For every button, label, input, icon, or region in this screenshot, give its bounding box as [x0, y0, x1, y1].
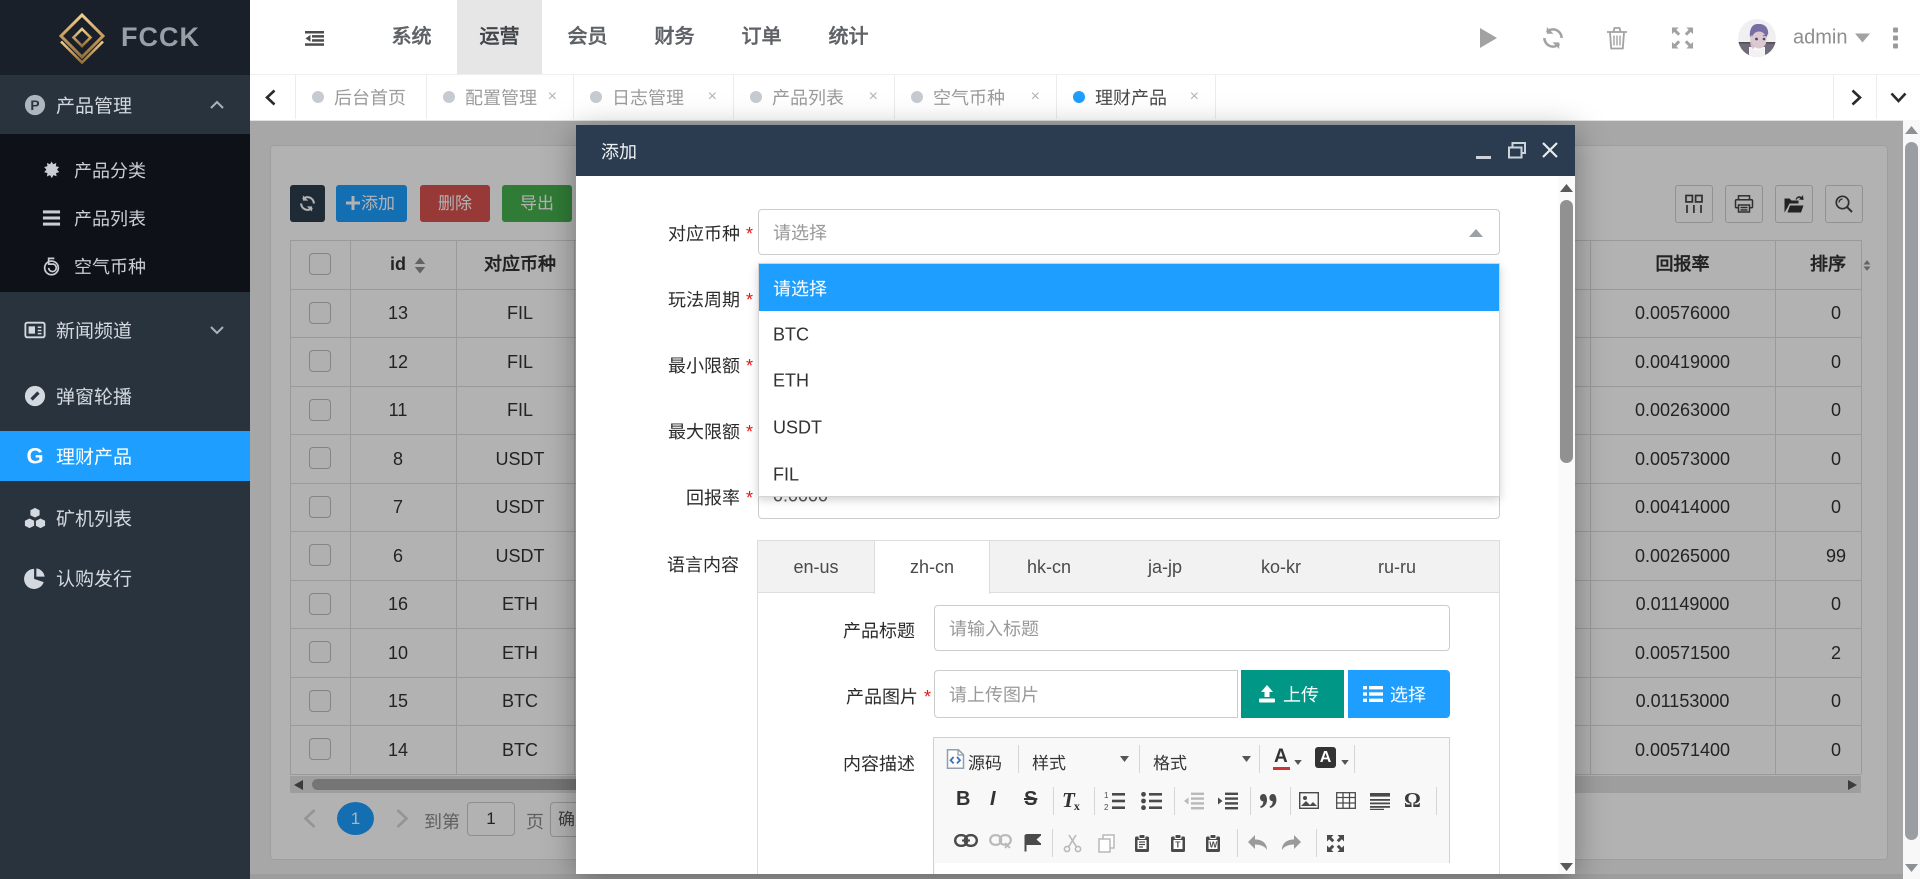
svg-text:2: 2	[1104, 803, 1109, 810]
svg-text:1: 1	[1104, 792, 1109, 800]
svg-text:G: G	[26, 445, 43, 467]
svg-text:W: W	[1209, 840, 1218, 850]
svg-text:T: T	[1175, 840, 1181, 850]
svg-text:P: P	[30, 98, 39, 113]
